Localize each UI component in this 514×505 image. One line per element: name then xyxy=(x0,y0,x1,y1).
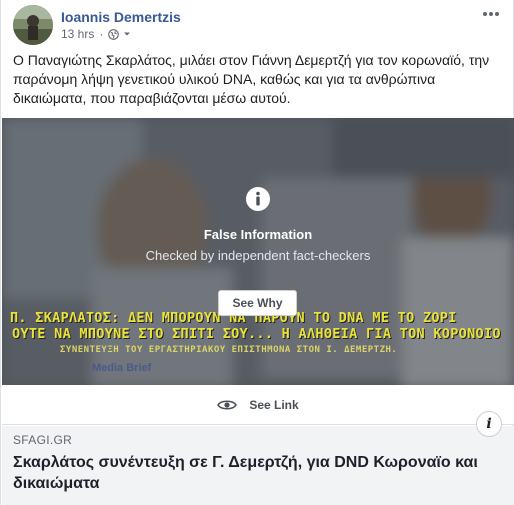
see-why-button[interactable]: See Why xyxy=(218,290,297,316)
meta-separator: · xyxy=(99,27,104,41)
media-brand-text: Media Brief xyxy=(92,362,152,374)
author-name[interactable]: Ioannis Demertzis xyxy=(61,9,181,25)
see-link-button[interactable]: See Link xyxy=(2,385,514,425)
post-text: Ο Παναγιώτης Σκαρλάτος, μιλάει στον Γιάν… xyxy=(13,52,490,106)
see-link-label: See Link xyxy=(249,397,299,412)
privacy-caret-icon[interactable] xyxy=(123,30,131,38)
headline-line-2: ΟΥΤΕ ΝΑ ΜΠΟΥΝΕ ΣΤΟ ΣΠΙΤΙ ΣΟΥ... Η ΑΛΗΘΕΙ… xyxy=(12,326,501,342)
post-time[interactable]: 13 hrs xyxy=(61,27,94,41)
link-info-icon[interactable]: i xyxy=(476,411,502,437)
link-domain: SFAGI.GR xyxy=(13,433,73,447)
info-icon xyxy=(246,187,270,211)
eye-icon xyxy=(217,399,238,410)
post-card: Ioannis Demertzis 13 hrs · Ο Παναγιώτης … xyxy=(0,0,514,505)
post-image-blurred[interactable]: Π. ΣΚΑΡΛΑΤΟΣ: ΔΕΝ ΜΠΟΡΟΥΝ ΝΑ ΠΑΡΟΥΝ ΤΟ D… xyxy=(2,118,514,385)
link-title[interactable]: Σκαρλάτος συνέντευξη σε Γ. Δεμερτζή, για… xyxy=(13,452,483,494)
post-meta: 13 hrs · xyxy=(61,27,131,41)
fact-check-subtitle: Checked by independent fact-checkers xyxy=(145,248,371,263)
globe-icon[interactable] xyxy=(108,28,120,40)
avatar[interactable] xyxy=(13,5,53,45)
post-header: Ioannis Demertzis 13 hrs · xyxy=(13,5,503,45)
more-options-icon[interactable] xyxy=(481,7,501,21)
false-information-title: False Information xyxy=(203,227,313,242)
headline-line-3: ΣΥΝΕΝΤΕΥΞΗ ΤΟΥ ΕΡΓΑΣΤΗΡΙΑΚΟΥ ΕΠΙΣΤΗΜΟΝΑ … xyxy=(60,345,398,355)
link-preview[interactable]: i SFAGI.GR Σκαρλάτος συνέντευξη σε Γ. Δε… xyxy=(2,411,514,505)
